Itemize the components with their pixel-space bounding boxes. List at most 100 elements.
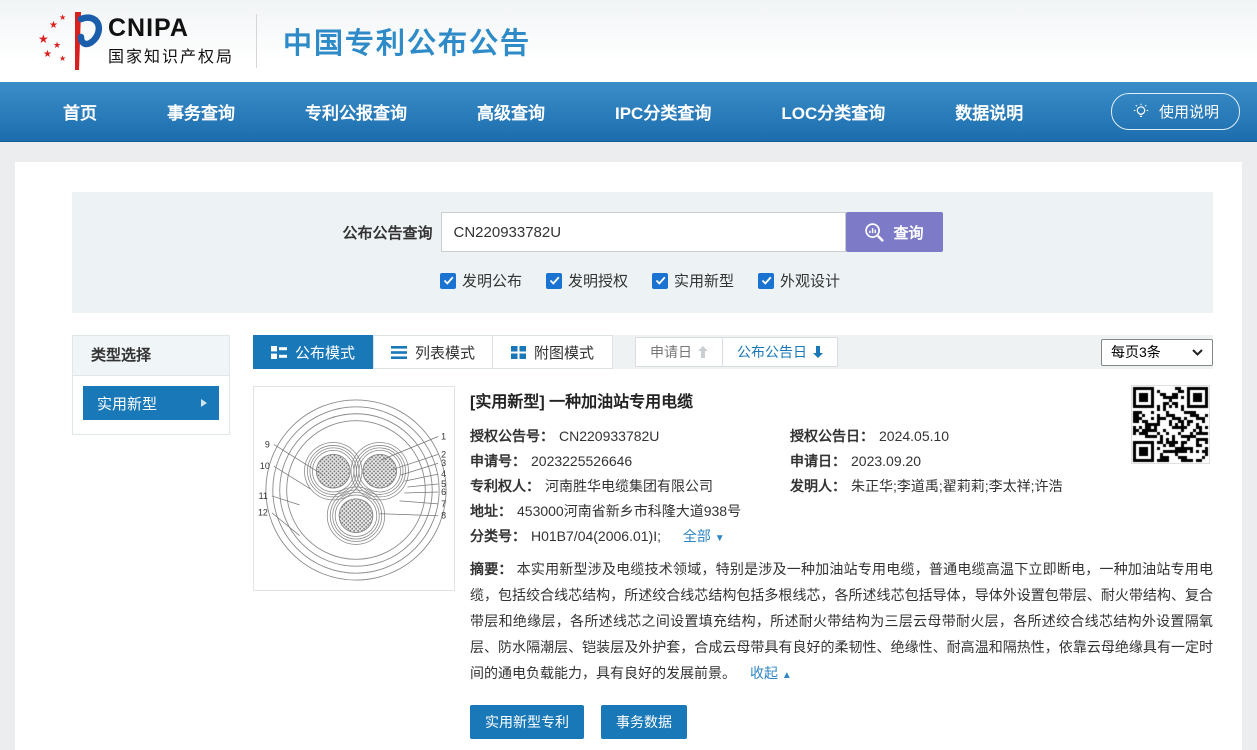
sort-by-application-date[interactable]: 申请日 (636, 338, 723, 366)
publication-mode-icon (271, 346, 287, 359)
search-label: 公布公告查询 (342, 222, 432, 243)
checkbox-invention-publication[interactable]: 发明公布 (440, 270, 522, 291)
patent-title: [实用新型] 一种加油站专用电缆 (470, 388, 1213, 412)
page-size-select[interactable]: 每页3条 (1101, 339, 1213, 366)
page-size-value: 每页3条 (1111, 342, 1161, 362)
tab-list-mode[interactable]: 列表模式 (373, 335, 493, 369)
patent-abstract: 摘要：本实用新型涉及电缆技术领域，特别是涉及一种加油站专用电缆，普通电缆高温下立… (470, 556, 1213, 689)
transaction-data-button[interactable]: 事务数据 (601, 705, 687, 739)
logo-flag-icon (68, 11, 104, 71)
svg-text:10: 10 (260, 461, 270, 471)
caret-up-icon: ▲ (782, 670, 792, 681)
main-nav: 首页 事务查询 专利公报查询 高级查询 IPC分类查询 LOC分类查询 数据说明… (0, 82, 1257, 142)
nav-item-transaction-query[interactable]: 事务查询 (167, 99, 235, 124)
content-container: 公布公告查询 查询 (15, 162, 1242, 750)
tab-publication-mode[interactable]: 公布模式 (253, 335, 373, 369)
collapse-link[interactable]: 收起 ▲ (750, 665, 792, 681)
svg-text:1: 1 (441, 431, 446, 441)
field-address: 地址：453000河南省新乡市科隆大道938号 (470, 499, 1213, 524)
abstract-label: 摘要： (470, 561, 513, 577)
checkbox-invention-grant[interactable]: 发明授权 (546, 270, 628, 291)
arrow-up-icon (698, 346, 708, 358)
search-panel: 公布公告查询 查询 (72, 192, 1213, 313)
help-button-label: 使用说明 (1159, 101, 1219, 122)
page-body: 公布公告查询 查询 (0, 142, 1257, 750)
field-inventors: 发明人：朱正华;李道禹;翟莉莉;李太祥;许浩 (790, 474, 1213, 499)
star-icon: ★ (59, 14, 66, 22)
checkbox-checked-icon (758, 273, 774, 289)
sidebar-item-utility-model[interactable]: 实用新型 (83, 386, 219, 420)
type-sidebar: 类型选择 实用新型 (72, 335, 230, 435)
field-grant-number: 授权公告号：CN220933782U (470, 424, 790, 449)
checkbox-checked-icon (546, 273, 562, 289)
checkbox-checked-icon (440, 273, 456, 289)
utility-model-patent-button[interactable]: 实用新型专利 (470, 705, 584, 739)
tab-figure-mode[interactable]: 附图模式 (493, 335, 613, 369)
star-icon: ★ (38, 33, 49, 45)
svg-text:9: 9 (265, 439, 270, 449)
checkbox-label: 实用新型 (674, 270, 734, 291)
tab-label: 附图模式 (534, 342, 594, 363)
sort-by-publication-date[interactable]: 公布公告日 (723, 338, 837, 366)
svg-text:4: 4 (441, 469, 446, 479)
field-patentee: 专利权人：河南胜华电缆集团有限公司 (470, 474, 790, 499)
field-classification: 分类号：H01B7/04(2006.01)I; 全部 ▼ (470, 524, 1213, 551)
field-application-number: 申请号：2023225526646 (470, 449, 790, 474)
search-input[interactable] (441, 212, 846, 252)
nav-item-advanced-query[interactable]: 高级查询 (477, 99, 545, 124)
nav-item-loc-query[interactable]: LOC分类查询 (781, 99, 885, 124)
chevron-down-icon (1192, 349, 1203, 356)
nav-item-ipc-query[interactable]: IPC分类查询 (615, 99, 711, 124)
site-header: ★ ★ ★ ★ ★ ★ CNIPA 国家知识产权局 中国专利公布公告 (0, 0, 1257, 82)
sort-group: 申请日 公布公告日 (635, 337, 838, 367)
logo-name: 国家知识产权局 (108, 43, 234, 67)
svg-text:3: 3 (441, 458, 446, 468)
checkbox-checked-icon (652, 273, 668, 289)
result-toolbar: 公布模式 列表模式 (253, 335, 1213, 369)
svg-text:11: 11 (259, 491, 268, 501)
nav-item-home[interactable]: 首页 (63, 99, 97, 124)
logo-text: CNIPA 国家知识产权局 (108, 15, 234, 67)
nav-item-gazette-query[interactable]: 专利公报查询 (305, 99, 407, 124)
patent-result-card: 1 2 3 4 5 6 7 8 9 10 (253, 369, 1213, 739)
star-icon: ★ (49, 21, 58, 31)
help-button[interactable]: 使用说明 (1111, 93, 1240, 130)
svg-text:7: 7 (441, 499, 446, 509)
nav-item-data-notes[interactable]: 数据说明 (955, 99, 1023, 124)
search-button[interactable]: 查询 (846, 212, 943, 252)
cable-cross-section-figure: 1 2 3 4 5 6 7 8 9 10 (254, 387, 454, 590)
checkbox-label: 外观设计 (780, 270, 840, 291)
checkbox-label: 发明公布 (462, 270, 522, 291)
search-icon (864, 222, 885, 243)
bulb-icon (1132, 103, 1150, 121)
chevron-right-icon (201, 399, 207, 407)
checkbox-utility-model[interactable]: 实用新型 (652, 270, 734, 291)
sidebar-title: 类型选择 (73, 336, 229, 376)
search-button-label: 查询 (893, 222, 923, 243)
page-title: 中国专利公布公告 (283, 20, 531, 62)
svg-text:8: 8 (441, 511, 446, 521)
star-icon: ★ (43, 50, 52, 60)
sort-label: 申请日 (650, 342, 692, 362)
cnipa-logo: ★ ★ ★ ★ ★ ★ (38, 11, 104, 71)
svg-text:12: 12 (258, 508, 268, 518)
tab-label: 公布模式 (295, 342, 355, 363)
abstract-text: 本实用新型涉及电缆技术领域，特别是涉及一种加油站专用电缆，普通电缆高温下立即断电… (470, 561, 1213, 681)
patent-drawing: 1 2 3 4 5 6 7 8 9 10 (253, 386, 455, 591)
logo-acronym: CNIPA (108, 15, 234, 43)
list-mode-icon (391, 346, 407, 359)
qr-code (1132, 386, 1209, 463)
header-divider (256, 14, 257, 68)
caret-down-icon: ▼ (715, 533, 725, 544)
arrow-down-icon (813, 346, 823, 358)
sidebar-item-label: 实用新型 (97, 393, 157, 414)
svg-text:6: 6 (441, 487, 446, 497)
grid-mode-icon (511, 346, 526, 359)
tab-label: 列表模式 (415, 342, 475, 363)
patent-details: [实用新型] 一种加油站专用电缆 授权公告号：CN220933782U 授权公告… (470, 386, 1213, 739)
checkbox-design[interactable]: 外观设计 (758, 270, 840, 291)
classification-more-link[interactable]: 全部 ▼ (683, 528, 725, 544)
star-icon: ★ (53, 41, 61, 50)
checkbox-label: 发明授权 (568, 270, 628, 291)
type-filter-row: 发明公布 发明授权 实用新型 外观设计 (72, 270, 1213, 291)
